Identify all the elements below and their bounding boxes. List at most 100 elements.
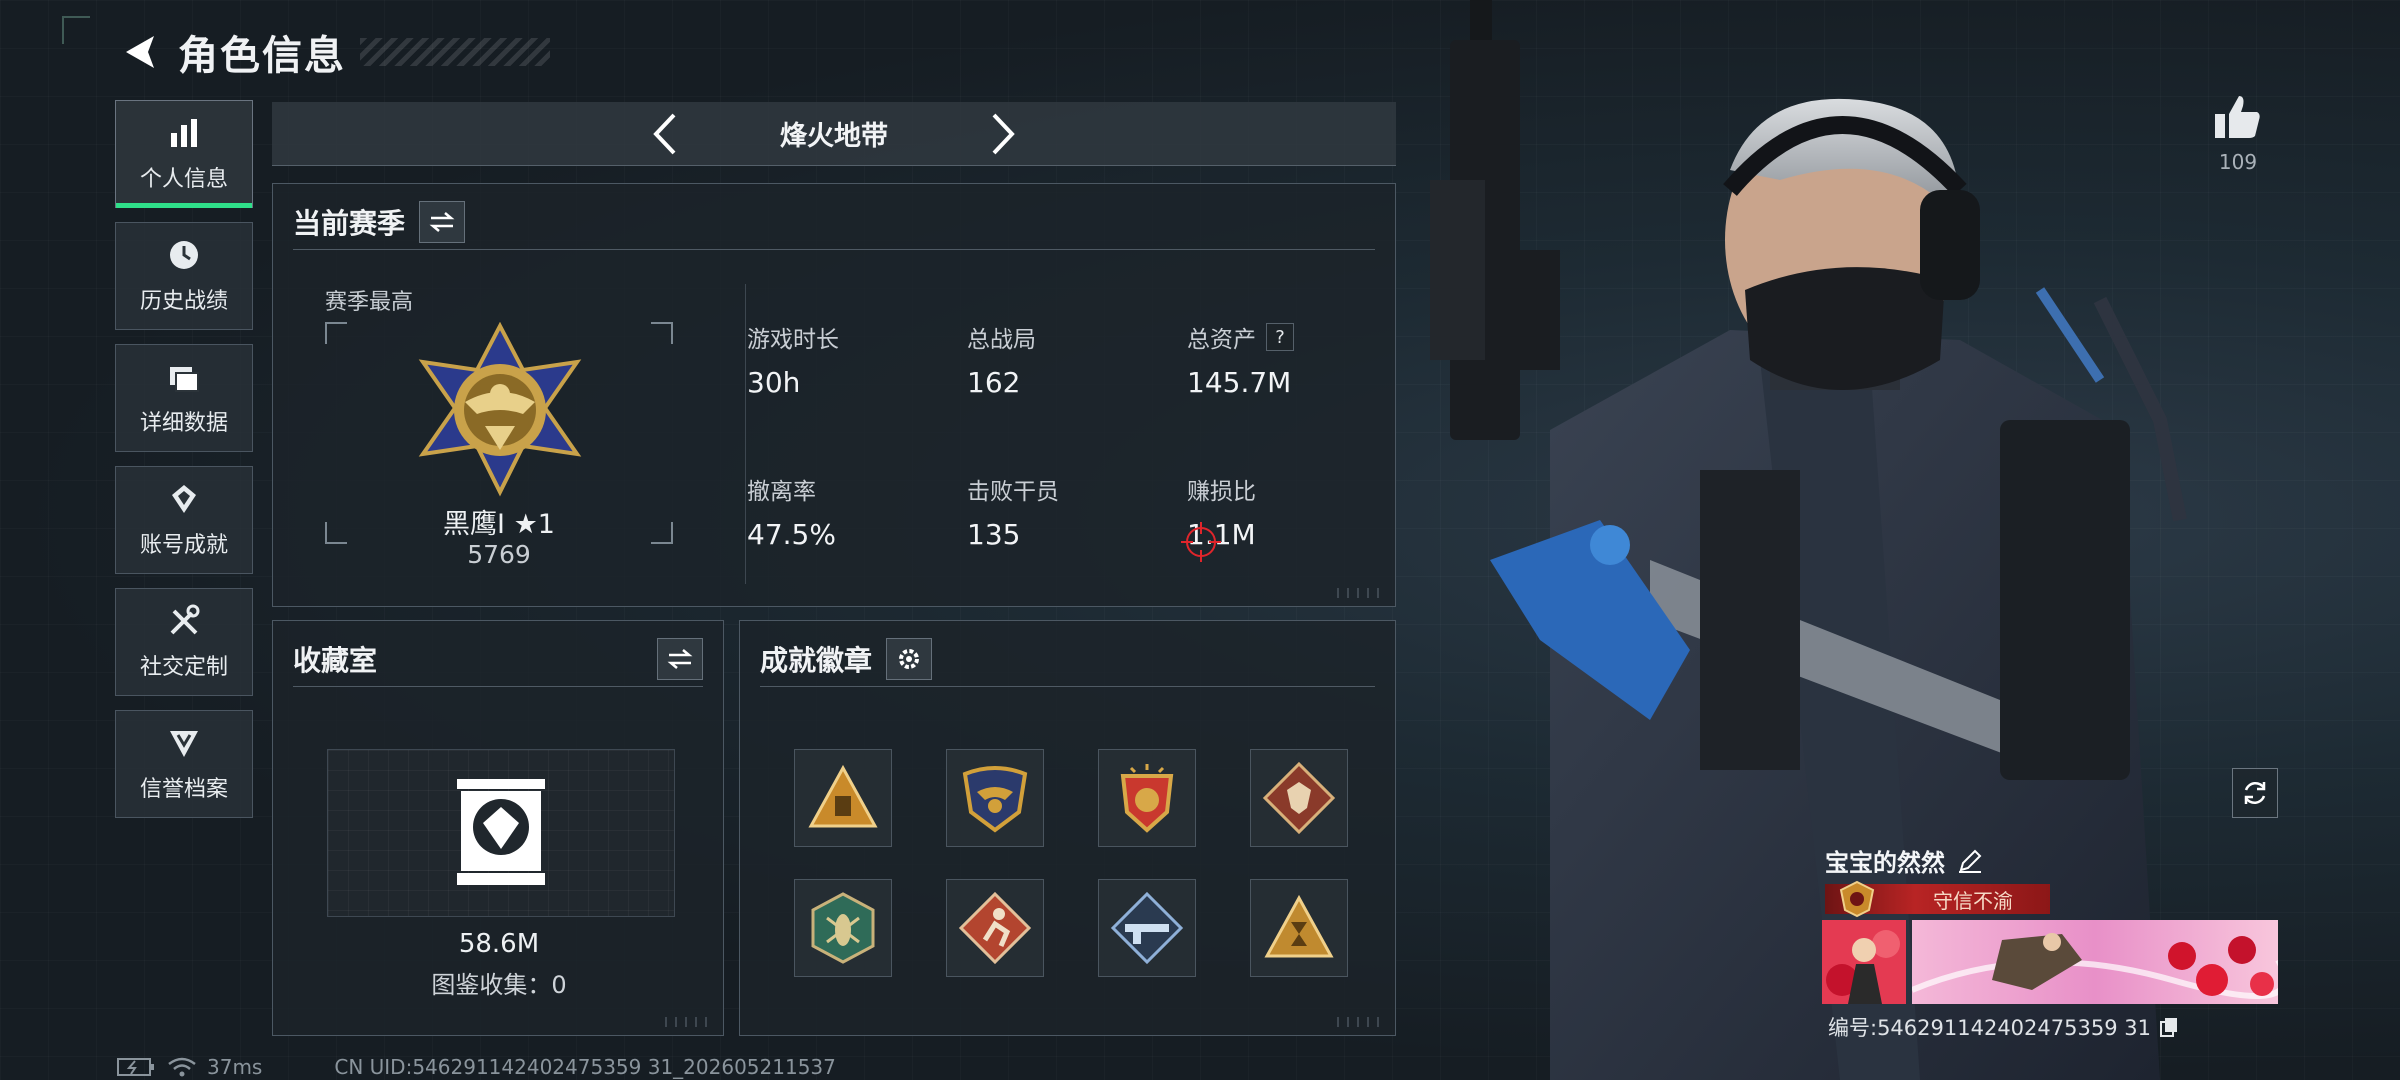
diamond-vault-icon (457, 779, 545, 885)
uid-text: CN UID:546291142402475359 31_20260521153… (334, 1055, 836, 1079)
stat-value: 30h (747, 366, 801, 399)
eagle-shield-badge-icon (962, 766, 1028, 833)
avatar-card[interactable] (1822, 920, 1906, 1004)
edit-pencil-icon[interactable] (1957, 848, 1983, 874)
badge-slot[interactable] (1250, 749, 1348, 847)
badge-settings-button[interactable] (886, 637, 933, 680)
bar-chart-icon (171, 119, 197, 147)
panel-title: 成就徽章 (760, 643, 873, 677)
sidebar-item-achievements[interactable]: 账号成就 (115, 466, 253, 574)
character-model (1430, 0, 2187, 1080)
sidebar-item-label: 历史战绩 (139, 289, 228, 314)
folder-data-icon (170, 367, 199, 392)
stat-label: 总资产 ? (1187, 320, 1407, 354)
stat-value: 47.5% (747, 518, 836, 551)
rank-medal-icon (418, 322, 582, 497)
sidebar-item-history[interactable]: 历史战绩 (115, 222, 253, 330)
sidebar-item-label: 详细数据 (139, 411, 228, 436)
collection-showcase[interactable] (327, 749, 675, 917)
stat-label: 赚损比 (1187, 479, 1256, 505)
stat-label: 游戏时长 (747, 327, 839, 353)
stat-value: 135 (967, 518, 1021, 551)
current-season-panel: 当前赛季 赛季最高 黑鹰I ★1 5769 游戏时长 30h 总战局 162 总… (272, 183, 1396, 607)
back-arrow-icon (126, 36, 154, 68)
thumbs-up-icon (2215, 96, 2260, 138)
page-header: 角色信息 (112, 20, 550, 84)
like-count: 109 (2218, 150, 2258, 174)
sidebar-item-label: 个人信息 (139, 167, 228, 192)
stat-label: 总战局 (967, 327, 1036, 353)
collection-room-panel: 收藏室 58.6M 图鉴收集：0 (272, 620, 724, 1036)
back-button[interactable] (112, 22, 168, 82)
panel-title: 当前赛季 (293, 206, 406, 240)
sidebar: 个人信息 历史战绩 详细数据 账号成就 社交定制 信誉档案 (115, 100, 253, 832)
title-emblem-icon (1839, 880, 1875, 918)
season-switch-button[interactable] (419, 200, 466, 243)
stat-operators-defeated: 击败干员 135 (967, 472, 1187, 551)
badge-slot[interactable] (946, 879, 1044, 977)
player-name-text: 宝宝的然然 (1825, 849, 1945, 877)
badge-slot[interactable] (946, 749, 1044, 847)
stat-value: 145.7M (1187, 366, 1292, 399)
badge-slot[interactable] (1250, 879, 1348, 977)
rank-name: 黑鹰I ★1 (443, 509, 555, 540)
hourglass-triangle-badge-icon (1264, 894, 1334, 958)
sidebar-item-credit[interactable]: 信誉档案 (115, 710, 253, 818)
badge-slot[interactable] (794, 879, 892, 977)
gear-icon (899, 648, 920, 669)
rank-score: 5769 (467, 540, 531, 569)
sidebar-item-personal-info[interactable]: 个人信息 (115, 100, 253, 208)
stat-total-assets: 总资产 ? 145.7M (1187, 320, 1407, 399)
history-clock-icon (170, 241, 198, 269)
corner-decoration (1337, 588, 1387, 598)
player-id-text: 编号:546291142402475359 31 (1828, 1016, 2151, 1040)
mode-name: 烽火地带 (780, 121, 888, 152)
panel-title: 收藏室 (293, 643, 378, 677)
player-id: 编号:546291142402475359 31 (1828, 1012, 2179, 1042)
badge-grid (794, 749, 1348, 977)
sidebar-item-social-custom[interactable]: 社交定制 (115, 588, 253, 696)
player-title-tag: 守信不渝 (1825, 880, 2050, 918)
help-icon[interactable]: ? (1266, 323, 1294, 351)
corner-decoration (665, 1017, 715, 1027)
wolf-diamond-badge-icon (1262, 761, 1336, 835)
crosshair-icon (1181, 522, 1221, 562)
collection-switch-button[interactable] (657, 637, 703, 680)
mode-next-button[interactable] (978, 104, 1028, 164)
rotate-icon (2244, 781, 2266, 805)
credit-shield-icon (170, 731, 198, 757)
page-title: 角色信息 (178, 33, 346, 79)
like-button[interactable]: 109 (2208, 94, 2268, 174)
badge-slot[interactable] (1098, 879, 1196, 977)
corner-decoration (1337, 1017, 1387, 1027)
mode-prev-button[interactable] (640, 104, 690, 164)
wifi-icon (168, 1057, 196, 1077)
status-bar: 37ms CN UID:546291142402475359 31_202605… (117, 1055, 836, 1079)
sidebar-item-label: 社交定制 (139, 655, 228, 680)
badge-slot[interactable] (1098, 749, 1196, 847)
chevron-left-icon (653, 113, 676, 154)
rotate-model-button[interactable] (2232, 768, 2278, 818)
battery-icon (117, 1058, 154, 1076)
stat-total-matches: 总战局 162 (967, 320, 1187, 399)
copy-icon[interactable] (2159, 1016, 2179, 1038)
panel-header: 收藏室 (293, 631, 703, 687)
sidebar-item-label: 账号成就 (139, 533, 228, 558)
collection-count: 图鉴收集：0 (431, 971, 567, 999)
triangle-gold-badge-icon (808, 764, 878, 828)
stat-label: 击败干员 (967, 479, 1059, 505)
sidebar-item-detailed-data[interactable]: 详细数据 (115, 344, 253, 452)
panel-header: 当前赛季 (293, 194, 1375, 250)
stat-label: 撤离率 (747, 479, 816, 505)
swap-icon (429, 211, 455, 232)
player-title-text: 守信不渝 (1933, 888, 2013, 913)
corner-decoration (62, 16, 90, 44)
chevron-right-icon (992, 113, 1015, 154)
stat-play-time: 游戏时长 30h (747, 320, 967, 399)
stars-shield-badge-icon (1120, 764, 1174, 833)
runner-diamond-badge-icon (958, 891, 1032, 965)
rifle-diamond-badge-icon (1110, 891, 1184, 965)
name-card-banner[interactable] (1912, 920, 2278, 1004)
badge-slot[interactable] (794, 749, 892, 847)
stat-label-text: 总资产 (1187, 327, 1256, 353)
